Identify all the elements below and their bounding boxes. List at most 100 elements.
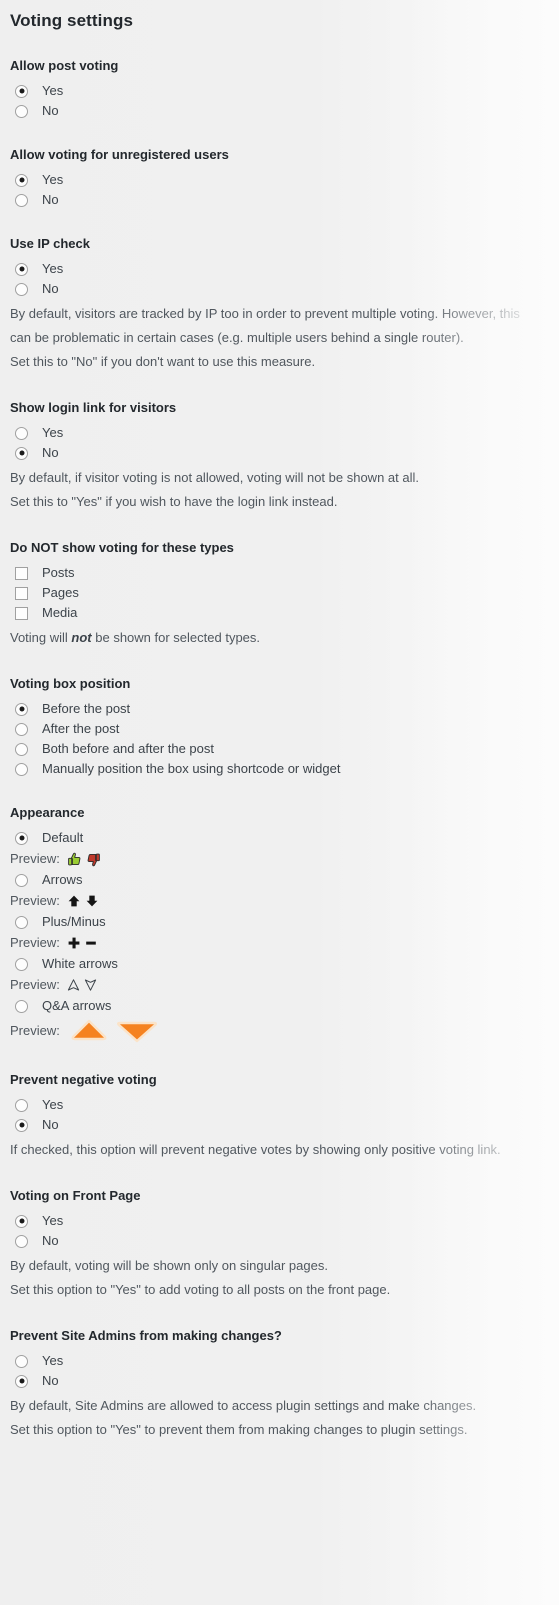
settings-group-show-login-link: Show login link for visitors Yes No By defa… xyxy=(10,400,559,514)
voting-settings-page: Voting settings Allow post voting Yes No Al… xyxy=(0,0,559,1442)
checkbox-label: Pages xyxy=(42,585,79,600)
radio-label: White arrows xyxy=(42,956,118,971)
thumbs-up-green-icon xyxy=(67,852,82,867)
radio-label: No xyxy=(42,1117,59,1132)
preview-label: Preview: xyxy=(10,893,60,908)
radio-label: Yes xyxy=(42,83,64,98)
radio-row-appearance[interactable]: Default xyxy=(10,828,559,848)
radio-input[interactable] xyxy=(15,722,28,736)
radio-row-voting-box-position[interactable]: Manually position the box using shortcod… xyxy=(10,759,559,779)
radio-row-appearance[interactable]: Q&A arrows xyxy=(10,996,559,1016)
radio-input[interactable] xyxy=(15,915,28,929)
radio-input[interactable] xyxy=(15,446,28,460)
radio-input[interactable] xyxy=(15,104,28,118)
radio-row-voting-front-page[interactable]: No xyxy=(10,1231,559,1251)
radio-label: Before the post xyxy=(42,701,131,716)
radio-row-voting-box-position[interactable]: Before the post xyxy=(10,699,559,719)
group-title-allow-post-voting: Allow post voting xyxy=(10,58,119,73)
radio-row-use-ip-check[interactable]: No xyxy=(10,279,559,299)
preview-icons-qa xyxy=(71,1018,159,1044)
group-description-use-ip-check: By default, visitors are tracked by IP t… xyxy=(10,306,520,345)
radio-input[interactable] xyxy=(15,173,28,187)
radio-row-appearance[interactable]: Arrows xyxy=(10,870,559,890)
radio-row-allow-unregistered[interactable]: No xyxy=(10,190,559,210)
radio-row-appearance[interactable]: Plus/Minus xyxy=(10,912,559,932)
radio-row-voting-front-page[interactable]: Yes xyxy=(10,1211,559,1231)
radio-row-appearance[interactable]: White arrows xyxy=(10,954,559,974)
radio-input[interactable] xyxy=(15,1374,28,1388)
checkbox-row-hide-voting-types[interactable]: Media xyxy=(10,603,559,623)
checkbox-input[interactable] xyxy=(15,586,28,600)
preview-label: Preview: xyxy=(10,935,60,950)
preview-row-arrows: Preview: xyxy=(10,890,559,912)
preview-row-whitearrows: Preview: xyxy=(10,974,559,996)
preview-row-plusminus: Preview: xyxy=(10,932,559,954)
checkbox-input[interactable] xyxy=(15,606,28,620)
group-description-show-login-link: By default, if visitor voting is not all… xyxy=(10,470,419,485)
radio-input[interactable] xyxy=(15,1098,28,1112)
arrow-up-outline-icon xyxy=(67,978,80,992)
radio-label: Yes xyxy=(42,425,64,440)
thumbs-down-red-icon xyxy=(86,852,101,867)
radio-input[interactable] xyxy=(15,873,28,887)
settings-groups: Allow post voting Yes No Allow voting for u… xyxy=(10,58,559,1442)
radio-row-voting-box-position[interactable]: After the post xyxy=(10,719,559,739)
group-description-voting-front-page: By default, voting will be shown only on… xyxy=(10,1258,328,1273)
radio-label: Plus/Minus xyxy=(42,914,106,929)
radio-input[interactable] xyxy=(15,742,28,756)
group-description-prevent-site-admins: Set this option to "Yes" to prevent them… xyxy=(10,1422,468,1437)
preview-icons-plusminus xyxy=(67,936,97,950)
radio-label: No xyxy=(42,1233,59,1248)
group-title-allow-unregistered: Allow voting for unregistered users xyxy=(10,147,229,162)
preview-icons-default xyxy=(67,852,101,867)
triangle-down-orange-icon xyxy=(115,1018,159,1044)
preview-label: Preview: xyxy=(10,1023,60,1038)
radio-label: No xyxy=(42,1373,59,1388)
radio-row-prevent-negative-voting[interactable]: No xyxy=(10,1115,559,1135)
radio-input[interactable] xyxy=(15,84,28,98)
radio-input[interactable] xyxy=(15,1118,28,1132)
radio-input[interactable] xyxy=(15,1354,28,1368)
plus-black-icon xyxy=(67,936,81,950)
radio-row-allow-post-voting[interactable]: Yes xyxy=(10,81,559,101)
radio-row-show-login-link[interactable]: No xyxy=(10,443,559,463)
radio-row-allow-unregistered[interactable]: Yes xyxy=(10,170,559,190)
radio-label: No xyxy=(42,103,59,118)
radio-row-allow-post-voting[interactable]: No xyxy=(10,101,559,121)
radio-input[interactable] xyxy=(15,762,28,776)
checkbox-label: Media xyxy=(42,605,78,620)
radio-input[interactable] xyxy=(15,831,28,845)
radio-label: After the post xyxy=(42,721,120,736)
checkbox-row-hide-voting-types[interactable]: Posts xyxy=(10,563,559,583)
group-title-voting-front-page: Voting on Front Page xyxy=(10,1188,141,1203)
radio-row-prevent-site-admins[interactable]: No xyxy=(10,1371,559,1391)
radio-input[interactable] xyxy=(15,999,28,1013)
preview-icons-whitearrows xyxy=(67,978,97,992)
radio-row-prevent-site-admins[interactable]: Yes xyxy=(10,1351,559,1371)
radio-input[interactable] xyxy=(15,426,28,440)
radio-label: No xyxy=(42,192,59,207)
radio-row-show-login-link[interactable]: Yes xyxy=(10,423,559,443)
radio-input[interactable] xyxy=(15,702,28,716)
preview-label: Preview: xyxy=(10,977,60,992)
radio-input[interactable] xyxy=(15,193,28,207)
checkbox-input[interactable] xyxy=(15,566,28,580)
radio-row-prevent-negative-voting[interactable]: Yes xyxy=(10,1095,559,1115)
radio-row-use-ip-check[interactable]: Yes xyxy=(10,259,559,279)
arrow-down-outline-icon xyxy=(84,978,97,992)
radio-input[interactable] xyxy=(15,957,28,971)
settings-group-prevent-negative-voting: Prevent negative voting Yes No If checked, … xyxy=(10,1072,559,1162)
settings-group-allow-post-voting: Allow post voting Yes No xyxy=(10,58,559,121)
preview-row-qa: Preview: xyxy=(10,1016,559,1046)
radio-input[interactable] xyxy=(15,282,28,296)
radio-input[interactable] xyxy=(15,262,28,276)
preview-icons-arrows xyxy=(67,894,99,908)
radio-label: Default xyxy=(42,830,84,845)
group-title-voting-box-position: Voting box position xyxy=(10,676,131,691)
radio-row-voting-box-position[interactable]: Both before and after the post xyxy=(10,739,559,759)
settings-group-prevent-site-admins: Prevent Site Admins from making changes?… xyxy=(10,1328,559,1442)
settings-group-appearance: Appearance Default Preview: Arrows Preview: P… xyxy=(10,805,559,1046)
checkbox-row-hide-voting-types[interactable]: Pages xyxy=(10,583,559,603)
radio-input[interactable] xyxy=(15,1214,28,1228)
radio-input[interactable] xyxy=(15,1234,28,1248)
